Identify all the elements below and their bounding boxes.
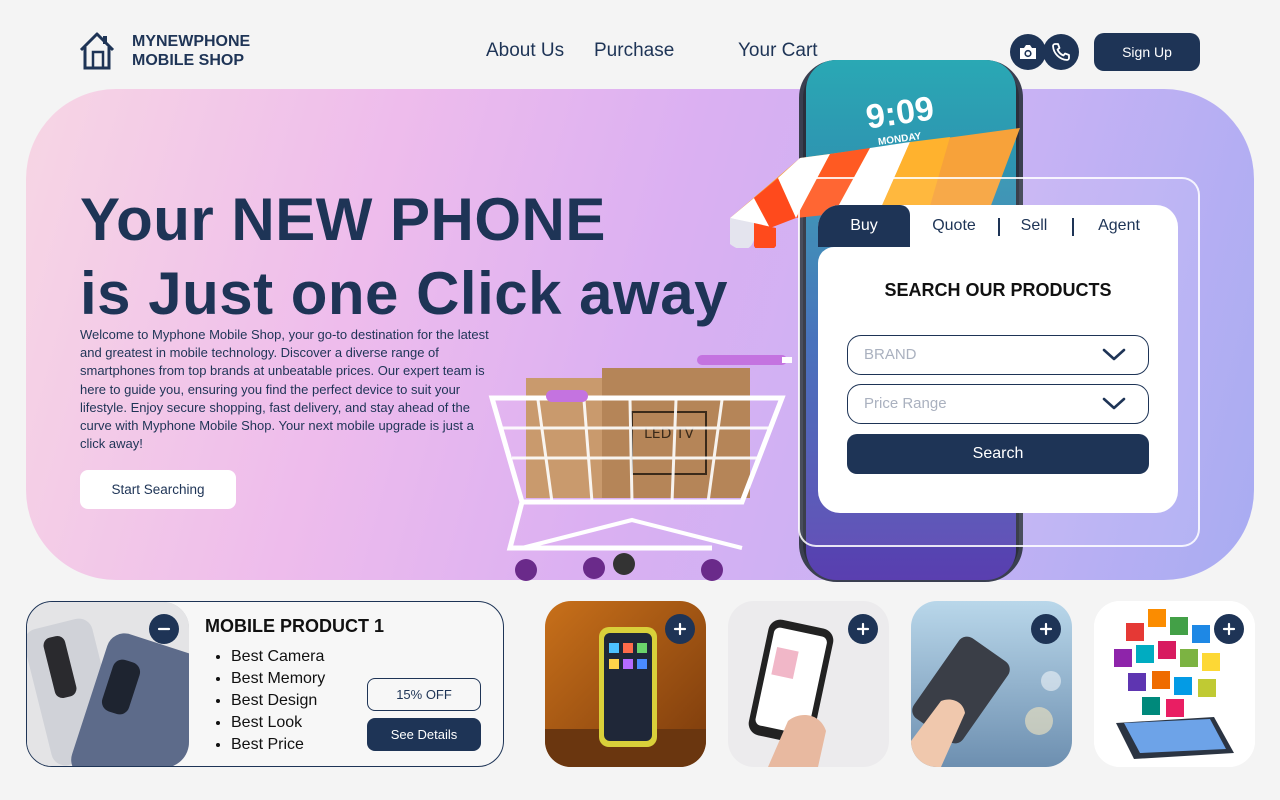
price-range-placeholder: Price Range [864,395,947,412]
discount-badge: 15% OFF [367,678,481,711]
phone-button[interactable] [1043,34,1079,70]
see-details-button[interactable]: See Details [367,718,481,751]
hero-title: Your NEW PHONE is Just one Click away [80,183,728,331]
list-item: Best Look [231,712,325,734]
nav-purchase[interactable]: Purchase [594,40,674,62]
camera-button[interactable] [1010,34,1046,70]
plus-icon [856,622,870,636]
sign-up-button[interactable]: Sign Up [1094,33,1200,71]
tab-buy[interactable]: Buy [818,205,910,247]
list-item: Best Price [231,734,325,756]
shopping-cart-illustration: LED TV [488,355,792,581]
brand-logo[interactable]: MYNEWPHONE MOBILE SHOP [78,30,250,72]
add-product-button[interactable] [1031,614,1061,644]
product-tile-4[interactable] [1094,601,1255,767]
add-product-button[interactable] [1214,614,1244,644]
search-tabs: Buy Quote Sell Agent [818,205,1178,247]
plus-icon [1222,622,1236,636]
add-product-button[interactable] [665,614,695,644]
tab-divider [1072,218,1074,236]
product-title: MOBILE PRODUCT 1 [205,616,385,636]
house-icon [79,32,115,70]
plus-icon [673,622,687,636]
nav-about-us[interactable]: About Us [486,40,564,62]
brand-subtitle: MOBILE SHOP [132,52,245,69]
chevron-down-icon [1102,397,1126,410]
product-tile-3[interactable] [911,601,1072,767]
product-tile-1[interactable] [545,601,706,767]
list-item: Best Design [231,690,325,712]
add-product-button[interactable] [848,614,878,644]
tab-agent[interactable]: Agent [1080,217,1158,235]
list-item: Best Memory [231,668,325,690]
product-card[interactable]: MOBILE PRODUCT 1 Best Camera Best Memory… [26,601,504,767]
brand-name: MYNEWPHONE [132,33,251,50]
product-tile-2[interactable] [728,601,889,767]
camera-icon [1020,45,1036,59]
price-range-select[interactable]: Price Range [847,384,1149,424]
list-item: Best Camera [231,646,325,668]
hero-title-line-2: is Just one Click away [80,260,728,327]
search-button[interactable]: Search [847,434,1149,474]
plus-icon [1039,622,1053,636]
nav-your-cart[interactable]: Your Cart [738,40,818,62]
chevron-down-icon [1102,348,1126,361]
product-feature-list: Best Camera Best Memory Best Design Best… [215,646,325,756]
search-panel-title: SEARCH OUR PRODUCTS [884,280,1112,300]
start-searching-button[interactable]: Start Searching [80,470,236,509]
tab-divider [998,218,1000,236]
hero-title-line-1: Your NEW PHONE [80,186,606,253]
collapse-product-button[interactable] [149,614,179,644]
hero-description: Welcome to Myphone Mobile Shop, your go-… [80,327,489,452]
tab-sell[interactable]: Sell [1004,217,1064,235]
brand-select[interactable]: BRAND [847,335,1149,375]
brand-select-placeholder: BRAND [864,346,917,363]
minus-icon [157,627,171,631]
phone-icon [1052,43,1070,61]
tab-quote[interactable]: Quote [916,217,992,235]
